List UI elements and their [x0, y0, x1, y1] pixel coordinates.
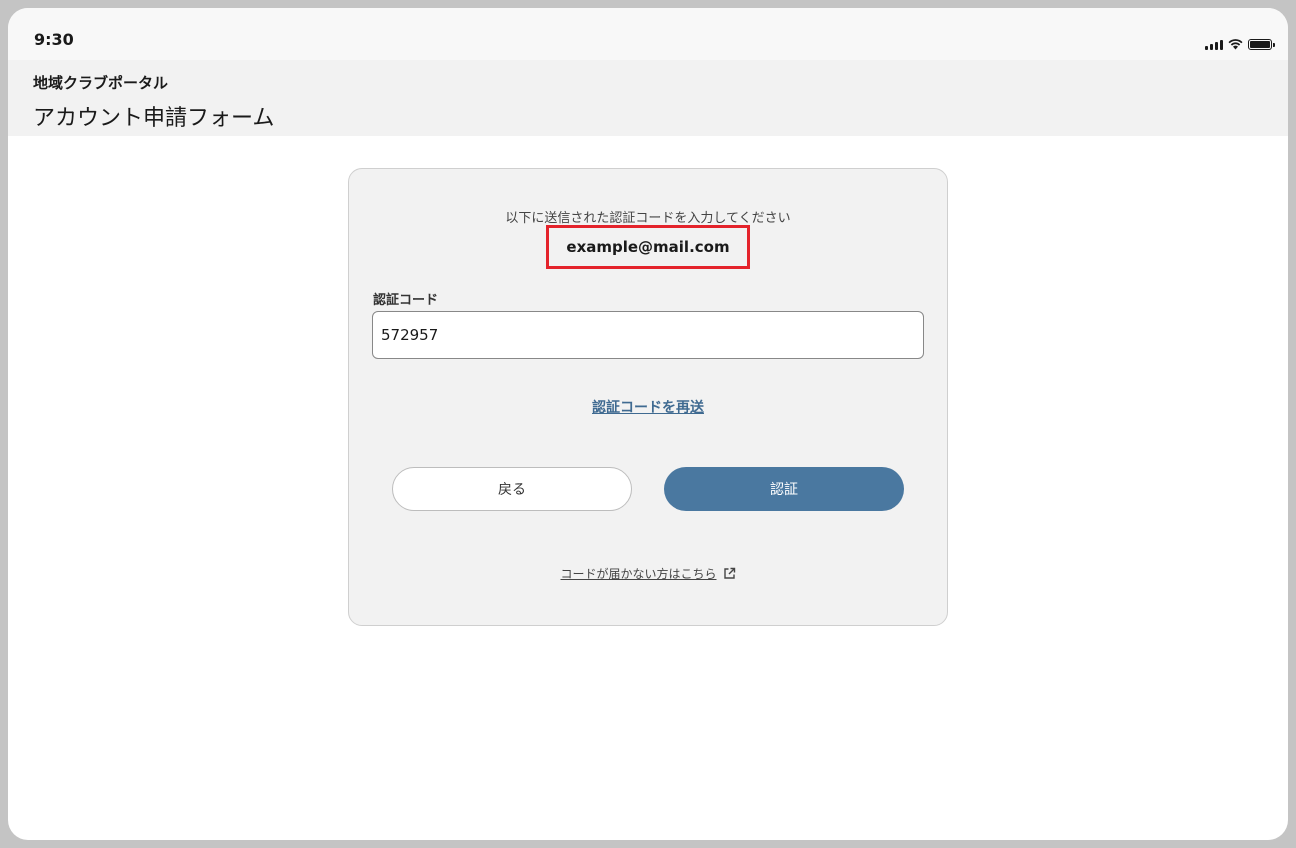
help-link-text[interactable]: コードが届かない方はこちら [560, 565, 716, 582]
back-button[interactable]: 戻る [392, 467, 632, 511]
verification-code-input[interactable] [372, 311, 924, 359]
verify-button[interactable]: 認証 [664, 467, 904, 511]
resend-code-link[interactable]: 認証コードを再送 [349, 397, 947, 417]
external-link-icon [723, 567, 736, 580]
instruction-text: 以下に送信された認証コードを入力してください [505, 211, 791, 226]
portal-name: 地域クラブポータル [33, 74, 169, 92]
app-header: 地域クラブポータル アカウント申請フォーム [8, 60, 1288, 136]
status-icons [1205, 36, 1275, 50]
status-bar: 9:30 [8, 8, 1288, 60]
help-link[interactable]: コードが届かない方はこちら [349, 565, 947, 582]
email-address: example@mail.com [546, 225, 750, 269]
page-title: アカウント申請フォーム [33, 106, 275, 131]
cellular-signal-icon [1205, 39, 1223, 50]
battery-icon [1248, 39, 1275, 50]
wifi-icon [1228, 39, 1243, 50]
code-label: 認証コード [373, 293, 439, 308]
status-time: 9:30 [34, 30, 74, 49]
device-screen: 9:30 地域クラブポータル アカウント申請フォーム 以下に送信された認証コード… [8, 8, 1288, 840]
verification-card: 以下に送信された認証コードを入力してください example@mail.com … [348, 168, 948, 626]
